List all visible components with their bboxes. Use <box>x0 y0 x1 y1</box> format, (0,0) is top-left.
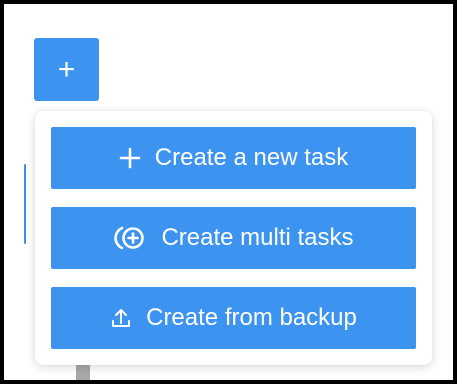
background-scrollbar[interactable] <box>76 364 90 380</box>
multi-add-icon <box>113 225 147 251</box>
create-from-backup-button[interactable]: Create from backup <box>51 287 416 349</box>
background-panel <box>8 8 30 380</box>
menu-item-label: Create a new task <box>154 144 349 171</box>
create-dropdown-menu: Create a new task Create multi tasks Cre… <box>35 111 432 365</box>
add-menu-button[interactable]: + <box>34 38 99 101</box>
create-new-task-button[interactable]: Create a new task <box>51 127 416 189</box>
plus-icon: + <box>57 52 76 86</box>
menu-item-label: Create multi tasks <box>161 224 354 251</box>
menu-item-label: Create from backup <box>146 304 357 331</box>
create-multi-tasks-button[interactable]: Create multi tasks <box>51 207 416 269</box>
screenshot-frame: + Create a new task Create multi tasks C… <box>0 0 457 384</box>
upload-icon <box>110 307 132 329</box>
background-divider <box>24 164 26 244</box>
plus-icon <box>119 147 141 169</box>
